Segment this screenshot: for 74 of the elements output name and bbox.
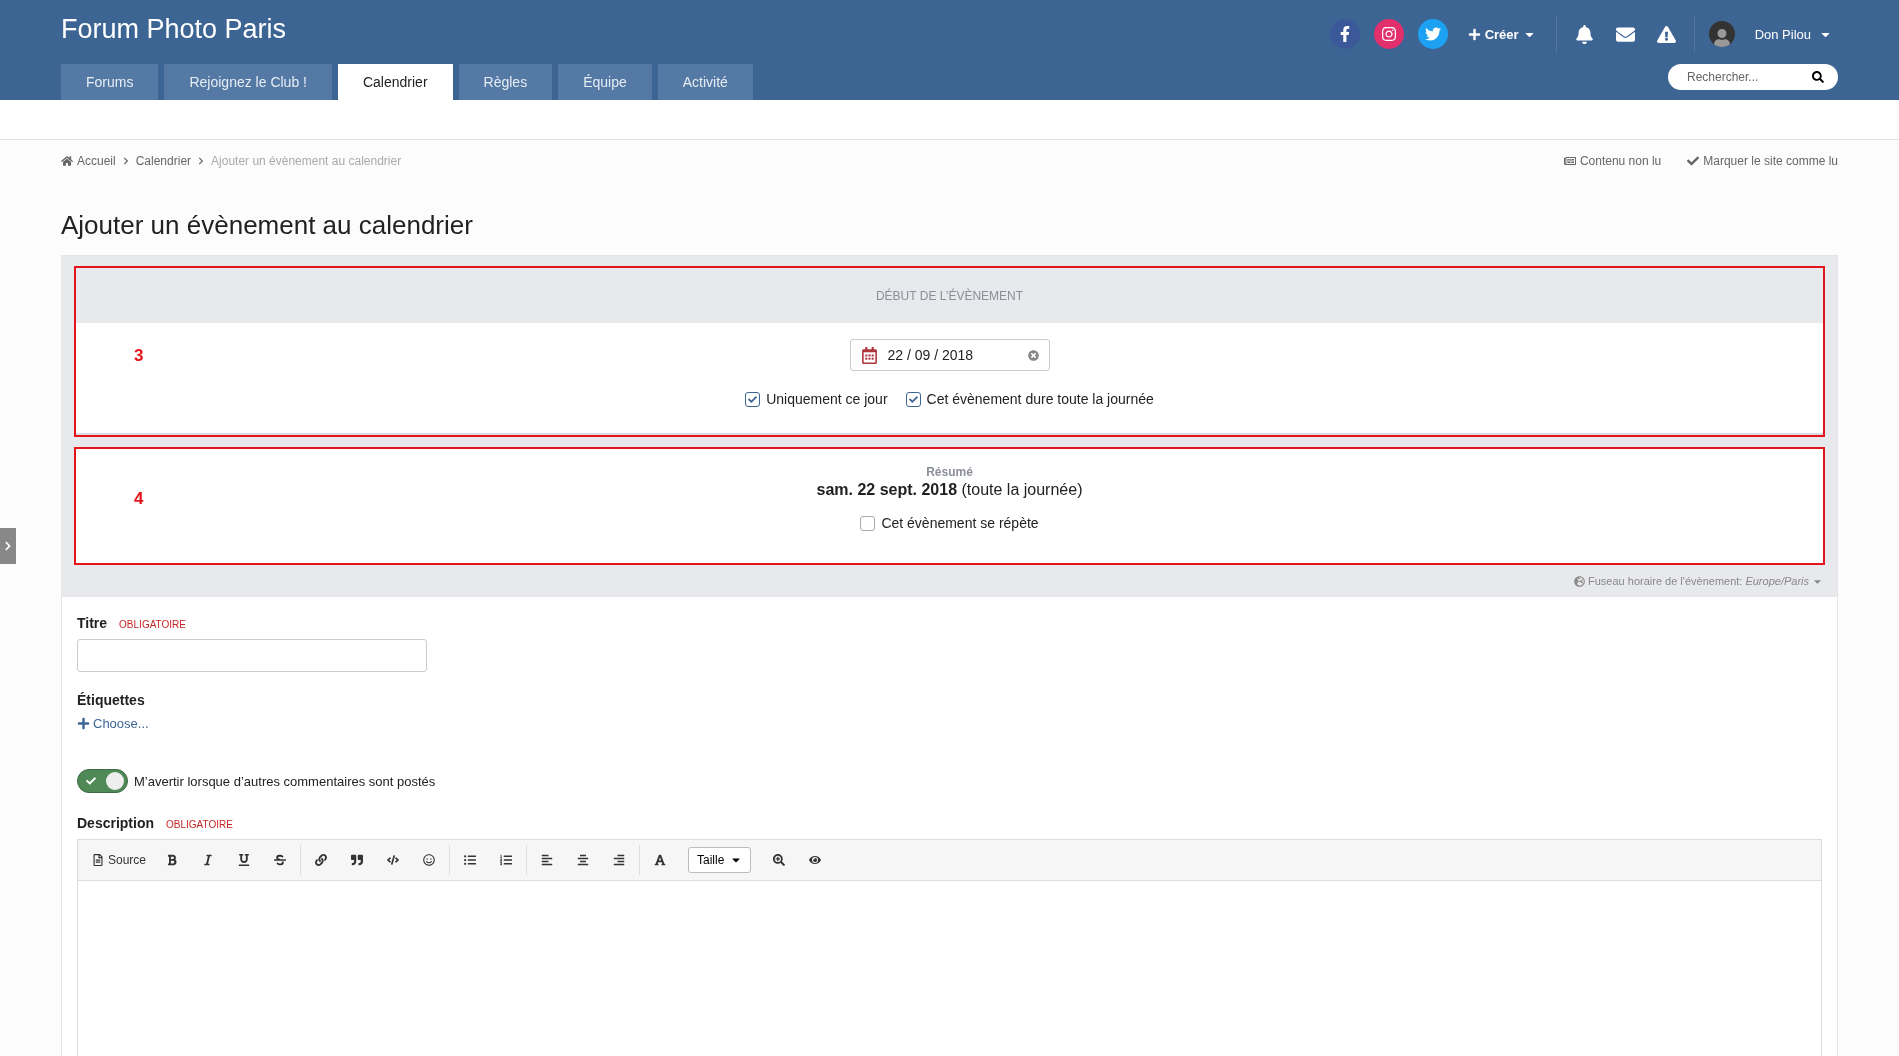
underline-icon [238, 854, 251, 866]
source-button[interactable]: Source [86, 846, 153, 874]
bullet-list-icon [464, 854, 477, 866]
field-label: Description [77, 815, 154, 831]
instagram-icon[interactable] [1373, 19, 1404, 49]
annotation-number: 4 [134, 489, 144, 509]
text-color-icon [654, 854, 667, 866]
code-icon [387, 854, 400, 866]
calendar-icon [860, 346, 878, 364]
choose-tags-link[interactable]: Choose... [77, 716, 149, 731]
facebook-icon[interactable] [1329, 19, 1360, 49]
magnifier-icon [773, 854, 786, 866]
summary-heading: Résumé [926, 465, 973, 479]
nav-tab[interactable]: Règles [458, 64, 553, 100]
home-icon [61, 155, 73, 167]
nav-tab[interactable]: Activité [657, 64, 753, 100]
link-icon [315, 854, 328, 866]
checkbox-option[interactable]: Cet évènement se répète [860, 515, 1039, 531]
avatar[interactable] [1708, 21, 1735, 47]
clear-icon [1027, 349, 1039, 361]
breadcrumb-link[interactable]: Calendrier [135, 154, 192, 168]
strikethrough-icon [274, 854, 287, 866]
size-dropdown[interactable]: Taille [688, 847, 752, 873]
checkbox-option[interactable]: Uniquement ce jour [745, 391, 888, 407]
align-left-icon [541, 854, 554, 866]
search-field[interactable]: Rechercher... [1668, 64, 1838, 90]
breadcrumb-link[interactable]: Accueil [61, 154, 116, 168]
align-right-icon [613, 854, 626, 866]
section-heading: DÉBUT DE L’ÉVÈNEMENT [76, 268, 1823, 323]
italic-icon [202, 854, 215, 866]
check-icon [908, 394, 918, 404]
smiley-icon [423, 854, 436, 866]
bold-icon [166, 854, 179, 866]
chevron-icon [3, 541, 13, 551]
chevron-icon [197, 157, 206, 165]
plus-icon [1467, 27, 1481, 41]
annotation-number: 3 [134, 346, 144, 366]
timezone-link[interactable]: Fuseau horaire de l'évènement: Europe/Paris [1574, 575, 1825, 587]
title-input[interactable] [77, 639, 427, 672]
nav-tab[interactable]: Forums [61, 64, 159, 100]
user-menu[interactable]: Don Pilou [1748, 25, 1838, 43]
document-icon [92, 854, 104, 866]
checkbox-option[interactable]: Cet évènement dure toute la journée [905, 391, 1154, 407]
site-title: Forum Photo Paris [61, 14, 288, 45]
chevron-icon [121, 157, 130, 165]
plus-icon [77, 717, 90, 730]
check-icon [1687, 155, 1700, 167]
date-field[interactable]: 22 / 09 / 2018 [849, 339, 1050, 371]
nav-tab[interactable]: Rejoignez le Club ! [164, 64, 332, 100]
eye-icon [809, 854, 822, 866]
create-button[interactable]: Créer [1461, 25, 1542, 43]
field-label: Titre [77, 615, 108, 631]
required-tag: OBLIGATOIRE [166, 819, 233, 830]
align-center-icon [577, 854, 590, 866]
nav-tab[interactable]: Calendrier [337, 64, 453, 100]
summary-text: sam. 22 sept. 2018 (toute la journée) [816, 481, 1083, 499]
check-icon [86, 776, 96, 786]
required-tag: OBLIGATOIRE [119, 619, 186, 630]
globe-icon [1574, 575, 1586, 587]
search-icon [1812, 71, 1824, 83]
page-action-link[interactable]: Contenu non lu [1563, 154, 1662, 168]
date-value: 22 / 09 / 2018 [887, 347, 975, 363]
toggle-label: M’avertir lorsque d’autres commentaires sont postés [134, 773, 436, 789]
field-label: Étiquettes [77, 692, 145, 708]
check-icon [748, 394, 758, 404]
sidebar-toggle[interactable] [0, 528, 16, 564]
twitter-icon[interactable] [1417, 19, 1448, 49]
page-action-link[interactable]: Marquer le site comme lu [1687, 154, 1838, 168]
nav-tab[interactable]: Équipe [558, 64, 652, 100]
newspaper-icon [1563, 155, 1576, 167]
numbered-list-icon [500, 854, 513, 866]
quote-icon [351, 854, 364, 866]
page-title: Ajouter un évènement au calendrier [61, 210, 474, 241]
toggle-switch[interactable] [77, 769, 128, 793]
